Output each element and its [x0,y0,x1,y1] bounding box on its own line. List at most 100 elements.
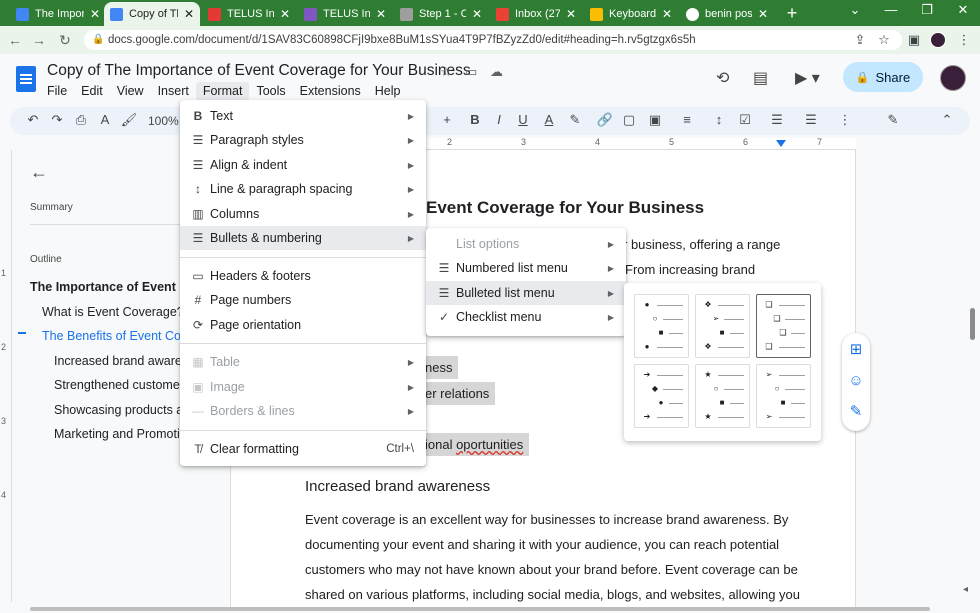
menu-edit[interactable]: Edit [74,82,110,100]
minimize-icon[interactable]: — [876,2,906,17]
right-indent-marker[interactable] [776,140,786,147]
print-icon[interactable]: ⎙ [72,112,90,128]
emoji-reaction-icon[interactable]: ☺ [847,372,865,390]
redo-icon[interactable]: ↷ [48,112,66,128]
forward-icon[interactable]: → [30,31,48,49]
bullet-preset[interactable]: ❖ ➢ ■ ❖ [695,294,750,358]
cloud-status-icon[interactable]: ☁ [490,64,503,80]
align-icon[interactable]: ≡ [678,112,696,127]
close-tab-icon[interactable]: ✕ [184,7,194,21]
zoom-select[interactable]: 100% [148,114,179,128]
new-tab-button[interactable]: + [782,3,802,24]
bold-icon[interactable]: B [466,112,484,127]
share-page-icon[interactable]: ⇪ [852,32,868,48]
menu-tools[interactable]: Tools [249,82,292,100]
menu-item-table[interactable]: ▦ Table ▶ [180,350,426,374]
tab-search-icon[interactable]: ⌄ [840,2,870,18]
menu-item-list-options[interactable]: List options ▶ [426,232,626,256]
menu-item-line-spacing[interactable]: ↕ Line & paragraph spacing ▶ [180,177,426,201]
close-tab-icon[interactable]: ✕ [280,7,290,21]
bookmark-star-icon[interactable]: ☆ [876,32,892,48]
menu-file[interactable]: File [40,82,74,100]
menu-insert[interactable]: Insert [151,82,196,100]
menu-item-borders-lines[interactable]: — Borders & lines ▶ [180,399,426,423]
underline-icon[interactable]: U [514,112,532,127]
close-tab-icon[interactable]: ✕ [90,7,100,21]
insert-link-icon[interactable]: 🔗 [596,112,614,128]
close-tab-icon[interactable]: ✕ [376,7,386,21]
url-field[interactable]: 🔒 docs.google.com/document/d/1SAV83C6089… [84,30,902,50]
outline-heading[interactable]: What is Event Coverage? [42,305,184,319]
bullet-preset[interactable]: ➔ ◆ ● ➔ [634,364,689,428]
star-icon[interactable]: ☆ [440,64,452,80]
browser-tab[interactable]: Keyboard s ✕ [584,2,678,26]
undo-icon[interactable]: ↶ [24,112,42,128]
docs-logo-icon[interactable] [16,66,36,92]
move-folder-icon[interactable]: ▭ [465,64,477,80]
italic-icon[interactable]: I [490,112,508,127]
menu-item-text[interactable]: B Text ▶ [180,104,426,128]
browser-tab[interactable]: Inbox (270) ✕ [490,2,582,26]
menu-item-paragraph-styles[interactable]: ☰ Paragraph styles ▶ [180,128,426,152]
vertical-scrollbar-thumb[interactable] [970,308,975,340]
menu-item-bullets-numbering[interactable]: ☰ Bullets & numbering ▶ [180,226,426,250]
line-spacing-icon[interactable]: ↕ [710,112,728,127]
menu-item-checklist[interactable]: ✓ Checklist menu ▶ [426,305,626,329]
scroll-down-icon[interactable]: ◂ [963,584,968,595]
menu-extensions[interactable]: Extensions [293,82,368,100]
spellcheck-icon[interactable]: A [96,112,114,127]
add-comment-icon[interactable]: ▢ [620,112,638,128]
outline-heading-active[interactable]: The Benefits of Event Cove [42,329,194,343]
reload-icon[interactable]: ↻ [56,31,74,49]
menu-view[interactable]: View [110,82,151,100]
menu-item-bulleted-list[interactable]: ☰ Bulleted list menu ▶ [426,281,626,305]
suggest-edits-icon[interactable]: ✎ [847,403,865,421]
back-icon[interactable]: ← [6,31,24,49]
menu-item-align-indent[interactable]: ☰ Align & indent ▶ [180,153,426,177]
editing-mode-icon[interactable]: ✎ [884,112,902,128]
browser-profile-avatar[interactable] [930,32,946,48]
paint-format-icon[interactable]: 🖌 [120,112,138,128]
misspelled-word[interactable]: oportunities [456,437,523,452]
outline-heading[interactable]: Increased brand awarene [54,354,196,368]
side-panel-icon[interactable]: ▣ [906,32,922,48]
menu-help[interactable]: Help [368,82,408,100]
menu-item-image[interactable]: ▣ Image ▶ [180,375,426,399]
close-tab-icon[interactable]: ✕ [472,7,482,21]
menu-format[interactable]: Format [195,82,250,100]
vertical-ruler[interactable]: 1 2 3 4 [0,150,12,602]
menu-item-numbered-list[interactable]: ☰ Numbered list menu ▶ [426,256,626,280]
menu-item-clear-formatting[interactable]: T̸ Clear formatting Ctrl+\ [180,437,426,461]
add-comment-icon[interactable]: ⊞ [847,341,865,359]
close-outline-icon[interactable]: ← [30,162,48,183]
outline-heading[interactable]: Marketing and Promotion [54,427,194,441]
close-window-icon[interactable]: ✕ [948,2,978,18]
menu-item-headers-footers[interactable]: ▭ Headers & footers [180,264,426,288]
browser-tab[interactable]: benin post ✕ [680,2,774,26]
insert-image-icon[interactable]: ▣ [646,112,664,128]
account-avatar[interactable] [940,65,966,91]
text-color-icon[interactable]: A [540,112,558,127]
comments-icon[interactable]: ▤ [753,68,768,88]
checklist-icon[interactable]: ☑ [736,112,754,128]
close-tab-icon[interactable]: ✕ [758,7,768,21]
browser-tab[interactable]: TELUS Inte ✕ [202,2,296,26]
highlight-icon[interactable]: ✎ [566,112,584,128]
browser-tab[interactable]: The Importa ✕ [10,2,106,26]
menu-item-page-numbers[interactable]: # Page numbers [180,288,426,312]
version-history-icon[interactable]: ⟲ [716,68,729,88]
menu-item-page-orientation[interactable]: ⟳ Page orientation [180,313,426,337]
share-button[interactable]: 🔒 Share [843,62,923,92]
browser-menu-icon[interactable]: ⋮ [956,32,972,48]
browser-tab[interactable]: TELUS Inte ✕ [298,2,392,26]
browser-tab-active[interactable]: Copy of The ✕ [104,2,200,26]
bullet-preset-selected[interactable]: ❑ ❑ ❑ ❑ [756,294,811,358]
more-icon[interactable]: ⋮ [836,112,854,128]
bulleted-list-icon[interactable]: ☰ [768,112,786,128]
numbered-list-icon[interactable]: ☰ [802,112,820,128]
close-tab-icon[interactable]: ✕ [566,7,576,21]
collapse-menu-icon[interactable]: ⌃ [938,112,956,128]
restore-icon[interactable]: ❐ [912,2,942,18]
meet-icon[interactable]: ▶ ▾ [795,68,820,88]
menu-item-columns[interactable]: ▥ Columns ▶ [180,202,426,226]
